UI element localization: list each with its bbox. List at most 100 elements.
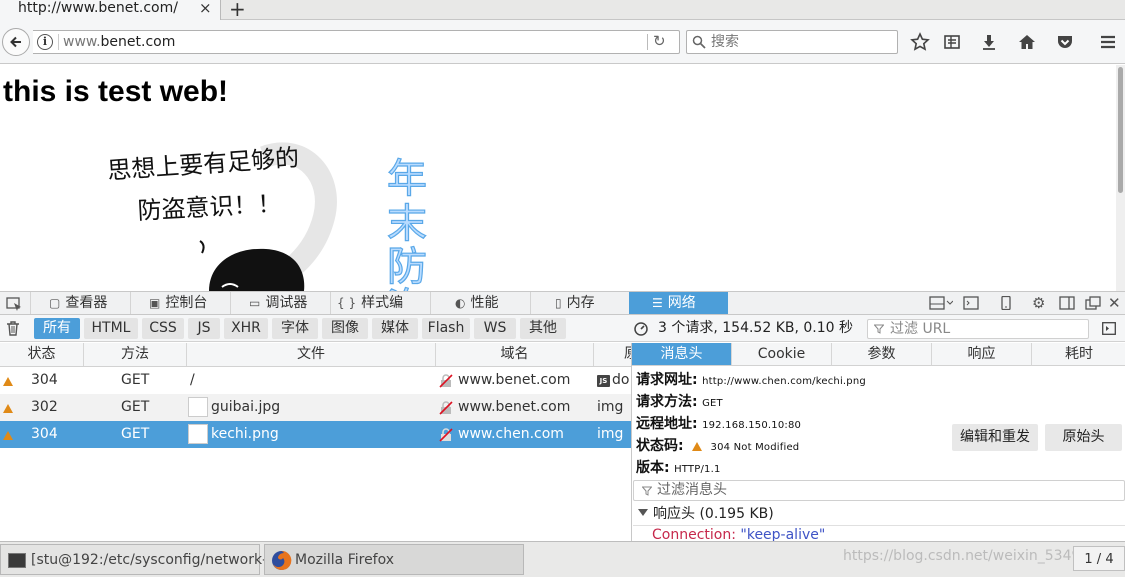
filter-media[interactable]: 媒体 (372, 318, 418, 339)
filter-all[interactable]: 所有 (34, 318, 80, 339)
response-headers-section[interactable]: 响应头 (0.195 KB) (638, 503, 774, 525)
filter-html[interactable]: HTML (84, 318, 138, 339)
column-cause[interactable]: 原 (594, 343, 631, 366)
tab-params[interactable]: 参数 (832, 343, 932, 366)
tab-headers[interactable]: 消息头 (632, 343, 732, 366)
home-icon[interactable] (1017, 32, 1037, 52)
svg-text:年: 年 (387, 156, 427, 202)
request-row-selected[interactable]: 304 GET kechi.png www.chen.com img (0, 421, 631, 448)
reload-icon[interactable]: ↻ (653, 32, 666, 50)
scrollbar-thumb[interactable] (1118, 67, 1123, 193)
tab-response[interactable]: 响应 (932, 343, 1032, 366)
dock-side-icon[interactable] (1059, 296, 1075, 310)
clear-trash-icon[interactable] (6, 321, 20, 336)
filter-funnel-icon (874, 324, 884, 334)
filter-js[interactable]: JS (188, 318, 220, 339)
terminal-label: [stu@192:/etc/sysconfig/network-... (31, 552, 281, 568)
request-method: GET (121, 399, 150, 415)
request-url-row: 请求网址: http://www.chen.com/kechi.png (636, 369, 866, 389)
remote-address-label: 远程地址: (636, 416, 698, 432)
devtools-toolbar: ▢查看器 ▣控制台 ▭调试器 { }样式编辑... ◐性能 ▯内存 ☰网络 ⚙ … (0, 291, 1125, 333)
column-file[interactable]: 文件 (187, 343, 436, 366)
page-heading: this is test web! (3, 75, 229, 108)
filter-font[interactable]: 字体 (272, 318, 318, 339)
toggle-details-panel-icon[interactable] (1102, 322, 1116, 335)
tab-cookie[interactable]: Cookie (732, 343, 832, 366)
pocket-icon[interactable] (1055, 32, 1075, 52)
tab-performance[interactable]: ◐ 性能 (430, 292, 530, 314)
performance-analysis-icon[interactable] (633, 321, 649, 337)
request-table: 状态 方法 文件 域名 原 304 GET / www.benet.com JS… (0, 343, 631, 542)
request-row[interactable]: 302 GET guibai.jpg www.benet.com img (0, 394, 631, 421)
terminal-icon (8, 553, 26, 568)
taskbar-terminal[interactable]: [stu@192:/etc/sysconfig/network-... (0, 544, 280, 575)
tab-label: 网络 (667, 295, 696, 311)
undock-window-icon[interactable] (1085, 296, 1101, 310)
taskbar-firefox[interactable]: Mozilla Firefox (264, 544, 524, 575)
filter-css[interactable]: CSS (142, 318, 184, 339)
warning-icon (3, 377, 13, 386)
request-status: 304 (31, 372, 58, 388)
settings-gear-icon[interactable]: ⚙ (1032, 296, 1048, 311)
browser-tab[interactable]: http://www.benet.com/ × (0, 0, 221, 20)
tab-debugger[interactable]: ▭ 调试器 (230, 292, 330, 314)
request-row[interactable]: 304 GET / www.benet.com JS do (0, 367, 631, 394)
column-method[interactable]: 方法 (84, 343, 187, 366)
filter-ws[interactable]: WS (474, 318, 516, 339)
site-info-icon[interactable]: i (37, 34, 53, 50)
tab-label: 性能 (470, 295, 499, 311)
url-bar[interactable]: i www.benet.com ↻ (33, 30, 680, 54)
close-tab-icon[interactable]: × (199, 0, 212, 17)
performance-icon: ◐ (455, 296, 466, 310)
raw-headers-button[interactable]: 原始头 (1045, 424, 1122, 451)
request-type: img (597, 399, 624, 415)
workspace-pager[interactable]: 1 / 4 (1073, 546, 1125, 571)
tab-style-editor[interactable]: { }样式编辑... (330, 292, 430, 333)
menu-hamburger-icon[interactable] (1098, 32, 1118, 52)
tab-memory[interactable]: ▯ 内存 (530, 292, 629, 314)
tab-label: 内存 (566, 295, 595, 311)
filter-url-input[interactable]: 过滤 URL (867, 319, 1089, 339)
status-code-label: 状态码: (636, 438, 684, 454)
back-button[interactable] (2, 28, 30, 56)
download-icon[interactable] (979, 32, 999, 52)
firefox-label: Mozilla Firefox (295, 552, 395, 568)
response-headers-label: 响应头 (0.195 KB) (653, 506, 774, 522)
insecure-connection-icon (439, 401, 453, 415)
url-text[interactable]: www.benet.com (63, 31, 175, 53)
reader-list-icon[interactable] (942, 32, 962, 52)
element-picker-icon[interactable] (3, 295, 25, 313)
bookmark-star-icon[interactable] (910, 32, 930, 52)
tab-inspector[interactable]: ▢ 查看器 (30, 292, 130, 314)
status-code-row: 状态码: 304 Not Modified (636, 435, 799, 455)
filter-url-placeholder: 过滤 URL (890, 321, 951, 337)
search-bar[interactable]: 搜索 (686, 30, 898, 54)
tab-console[interactable]: ▣ 控制台 (130, 292, 230, 314)
url-divider (647, 34, 648, 50)
tab-network[interactable]: ☰ 网络 (629, 292, 728, 314)
filter-flash[interactable]: Flash (422, 318, 470, 339)
column-domain[interactable]: 域名 (436, 343, 594, 366)
tab-timings[interactable]: 耗时 (1032, 343, 1125, 366)
insecure-connection-icon (439, 374, 453, 388)
request-method-value: GET (702, 398, 723, 409)
url-separator (58, 34, 59, 50)
filter-headers-input[interactable]: 过滤消息头 (633, 480, 1125, 501)
request-domain: www.benet.com (458, 372, 571, 388)
page-scrollbar[interactable] (1116, 65, 1125, 291)
version-value: HTTP/1.1 (674, 464, 721, 475)
filter-xhr[interactable]: XHR (224, 318, 268, 339)
filter-image[interactable]: 图像 (322, 318, 368, 339)
warning-icon (692, 442, 703, 451)
close-devtools-icon[interactable]: ✕ (1108, 296, 1124, 311)
status-code-value: 304 Not Modified (710, 442, 800, 453)
responsive-design-icon[interactable] (998, 296, 1014, 310)
layout-toggle-icon[interactable] (929, 296, 953, 310)
column-status[interactable]: 状态 (0, 343, 84, 366)
new-tab-button[interactable]: + (229, 0, 246, 21)
split-console-icon[interactable] (963, 296, 979, 310)
request-type: do (612, 372, 630, 388)
edit-and-resend-button[interactable]: 编辑和重发 (952, 424, 1038, 451)
filter-other[interactable]: 其他 (520, 318, 566, 339)
search-placeholder: 搜索 (711, 34, 739, 50)
